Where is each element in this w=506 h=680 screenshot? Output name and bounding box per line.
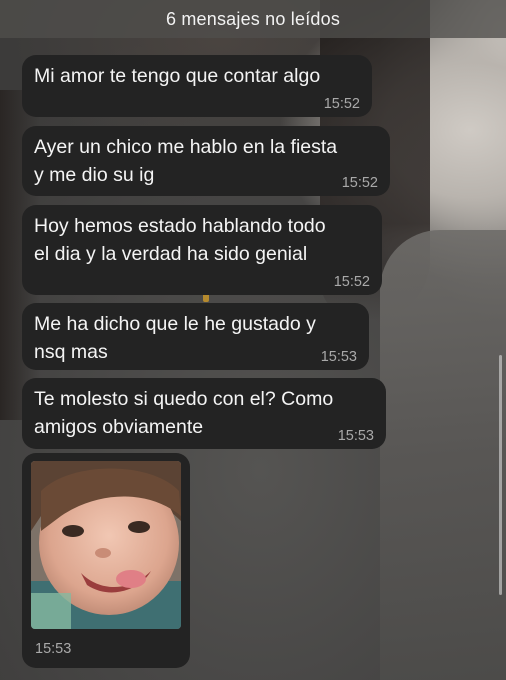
message-bubble[interactable]: Hoy hemos estado hablando todo el dia y … [22,205,382,295]
message-timestamp: 15:52 [341,175,378,191]
message-bubble[interactable]: Mi amor te tengo que contar algo 15:52 [22,55,372,117]
message-timestamp: 15:53 [337,428,374,444]
message-bubble[interactable]: Te molesto si quedo con el? Como amigos … [22,378,386,449]
message-bubble[interactable]: Me ha dicho que le he gustado y nsq mas … [22,303,369,370]
child-photo-illustration [31,461,181,629]
wallpaper-shoulder-shape [380,230,506,680]
message-bubble[interactable]: Ayer un chico me hablo en la fiesta y me… [22,126,390,196]
message-text: Te molesto si quedo con el? Como amigos … [34,388,334,438]
unread-messages-banner: 6 mensajes no leídos [0,0,506,38]
message-timestamp: 15:52 [333,274,370,290]
scroll-indicator[interactable] [499,355,502,595]
message-text: Hoy hemos estado hablando todo el dia y … [34,215,326,265]
message-text: Ayer un chico me hablo en la fiesta y me… [34,136,338,186]
message-timestamp: 15:53 [320,349,357,365]
message-text: Mi amor te tengo que contar algo [34,65,321,87]
message-text: Me ha dicho que le he gustado y nsq mas [34,313,316,363]
message-timestamp: 15:53 [35,641,72,657]
image-attachment[interactable] [31,461,181,629]
unread-messages-label: 6 mensajes no leídos [165,8,341,29]
image-message-bubble[interactable]: 15:53 [22,453,190,668]
message-timestamp: 15:52 [323,96,360,112]
